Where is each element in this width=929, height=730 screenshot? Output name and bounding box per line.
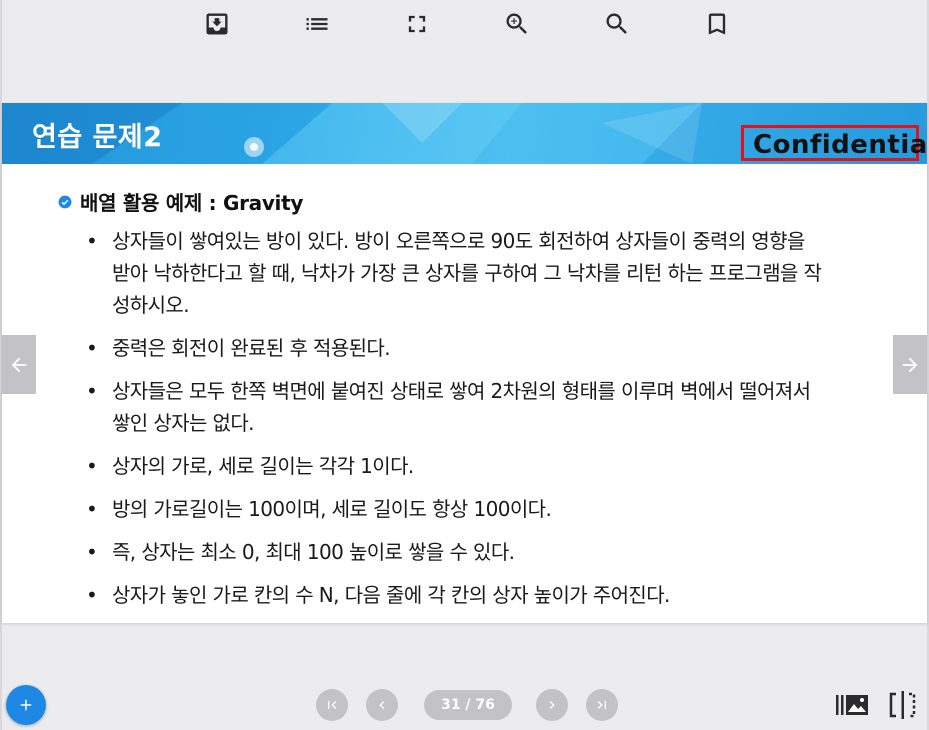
thumbnails-button[interactable]: [835, 690, 869, 720]
bookmark-icon: [708, 13, 726, 35]
search-button[interactable]: [601, 8, 633, 40]
bullet-text: 상자들은 모두 한쪽 벽면에 붙여진 상태로 쌓여 2차원의 형태를 이루며 벽…: [112, 379, 811, 435]
previous-page-arrow[interactable]: [2, 335, 36, 394]
heading-text: 배열 활용 예제 : Gravity: [80, 191, 304, 215]
bullet-dot: •: [86, 497, 98, 521]
search-icon: [606, 13, 627, 34]
check-circle-icon: [58, 195, 72, 208]
bullet-dot: •: [86, 379, 98, 403]
bookmark-button[interactable]: [701, 8, 733, 40]
first-page-icon: [328, 701, 337, 709]
bullet-text: 상자가 놓인 가로 칸의 수 N, 다음 줄에 각 칸의 상자 높이가 주어진다…: [112, 583, 670, 607]
bullet-item: • 상자가 놓인 가로 칸의 수 N, 다음 줄에 각 칸의 상자 높이가 주어진…: [86, 579, 826, 611]
fullscreen-button[interactable]: [401, 8, 433, 40]
next-page-arrow[interactable]: [893, 335, 927, 394]
slide-page: 연습 문제2 Confidential 배열 활용 예제 : Gravity •…: [2, 103, 929, 623]
bullet-dot: •: [86, 229, 98, 253]
first-page-button[interactable]: [316, 689, 348, 721]
page-indicator[interactable]: 31 / 76: [424, 690, 512, 720]
bullet-item: • 즉, 상자는 최소 0, 최대 100 높이로 쌓을 수 있다.: [86, 536, 826, 568]
bullet-dot: •: [86, 583, 98, 607]
fullscreen-icon: [408, 15, 426, 33]
table-of-contents-button[interactable]: [301, 8, 333, 40]
bullet-item: • 중력은 회전이 완료된 후 적용된다.: [86, 332, 826, 364]
download-button[interactable]: [201, 8, 233, 40]
arrow-left-icon: [11, 357, 27, 372]
confidential-label: Confidential: [753, 130, 929, 160]
last-page-icon: [597, 701, 606, 709]
bullet-item: • 상자들이 쌓여있는 방이 있다. 방이 오른쪽으로 90도 회전하여 상자들이…: [86, 225, 826, 321]
arrow-right-icon: [902, 357, 918, 372]
page-view-toggle-button[interactable]: [886, 690, 920, 720]
bullet-item: • 상자의 가로, 세로 길이는 각각 1이다.: [86, 450, 826, 482]
bullet-text: 방의 가로길이는 100이며, 세로 길이도 항상 100이다.: [112, 497, 552, 521]
zoom-in-icon: [506, 13, 527, 34]
download-icon: [206, 13, 228, 35]
chevron-right-icon: [549, 701, 555, 709]
list-icon: [306, 18, 328, 30]
example-heading: 배열 활용 예제 : Gravity: [58, 187, 303, 216]
next-page-button[interactable]: [536, 689, 568, 721]
bullet-dot: •: [86, 336, 98, 360]
bullet-text: 즉, 상자는 최소 0, 최대 100 높이로 쌓을 수 있다.: [112, 540, 515, 564]
add-button[interactable]: [6, 685, 46, 725]
last-page-button[interactable]: [586, 689, 618, 721]
bullet-item: • 방의 가로길이는 100이며, 세로 길이도 항상 100이다.: [86, 493, 826, 525]
bullet-item: • 상자들은 모두 한쪽 벽면에 붙여진 상태로 쌓여 2차원의 형태를 이루며…: [86, 375, 826, 439]
top-toolbar: [0, 0, 929, 50]
bullet-list: • 상자들이 쌓여있는 방이 있다. 방이 오른쪽으로 90도 회전하여 상자들이…: [86, 225, 826, 622]
prev-page-button[interactable]: [366, 689, 398, 721]
bullet-text: 상자의 가로, 세로 길이는 각각 1이다.: [112, 454, 414, 478]
slide-title: 연습 문제2: [32, 122, 163, 153]
bullet-dot: •: [86, 540, 98, 564]
plus-icon: [20, 699, 32, 711]
bullet-text: 중력은 회전이 완료된 후 적용된다.: [112, 336, 391, 360]
chevron-left-icon: [379, 701, 385, 709]
zoom-in-button[interactable]: [501, 8, 533, 40]
bullet-text: 상자들이 쌓여있는 방이 있다. 방이 오른쪽으로 90도 회전하여 상자들이 …: [112, 229, 822, 317]
bullet-dot: •: [86, 454, 98, 478]
split-view-icon: [889, 691, 916, 719]
gallery-icon: [836, 695, 868, 715]
